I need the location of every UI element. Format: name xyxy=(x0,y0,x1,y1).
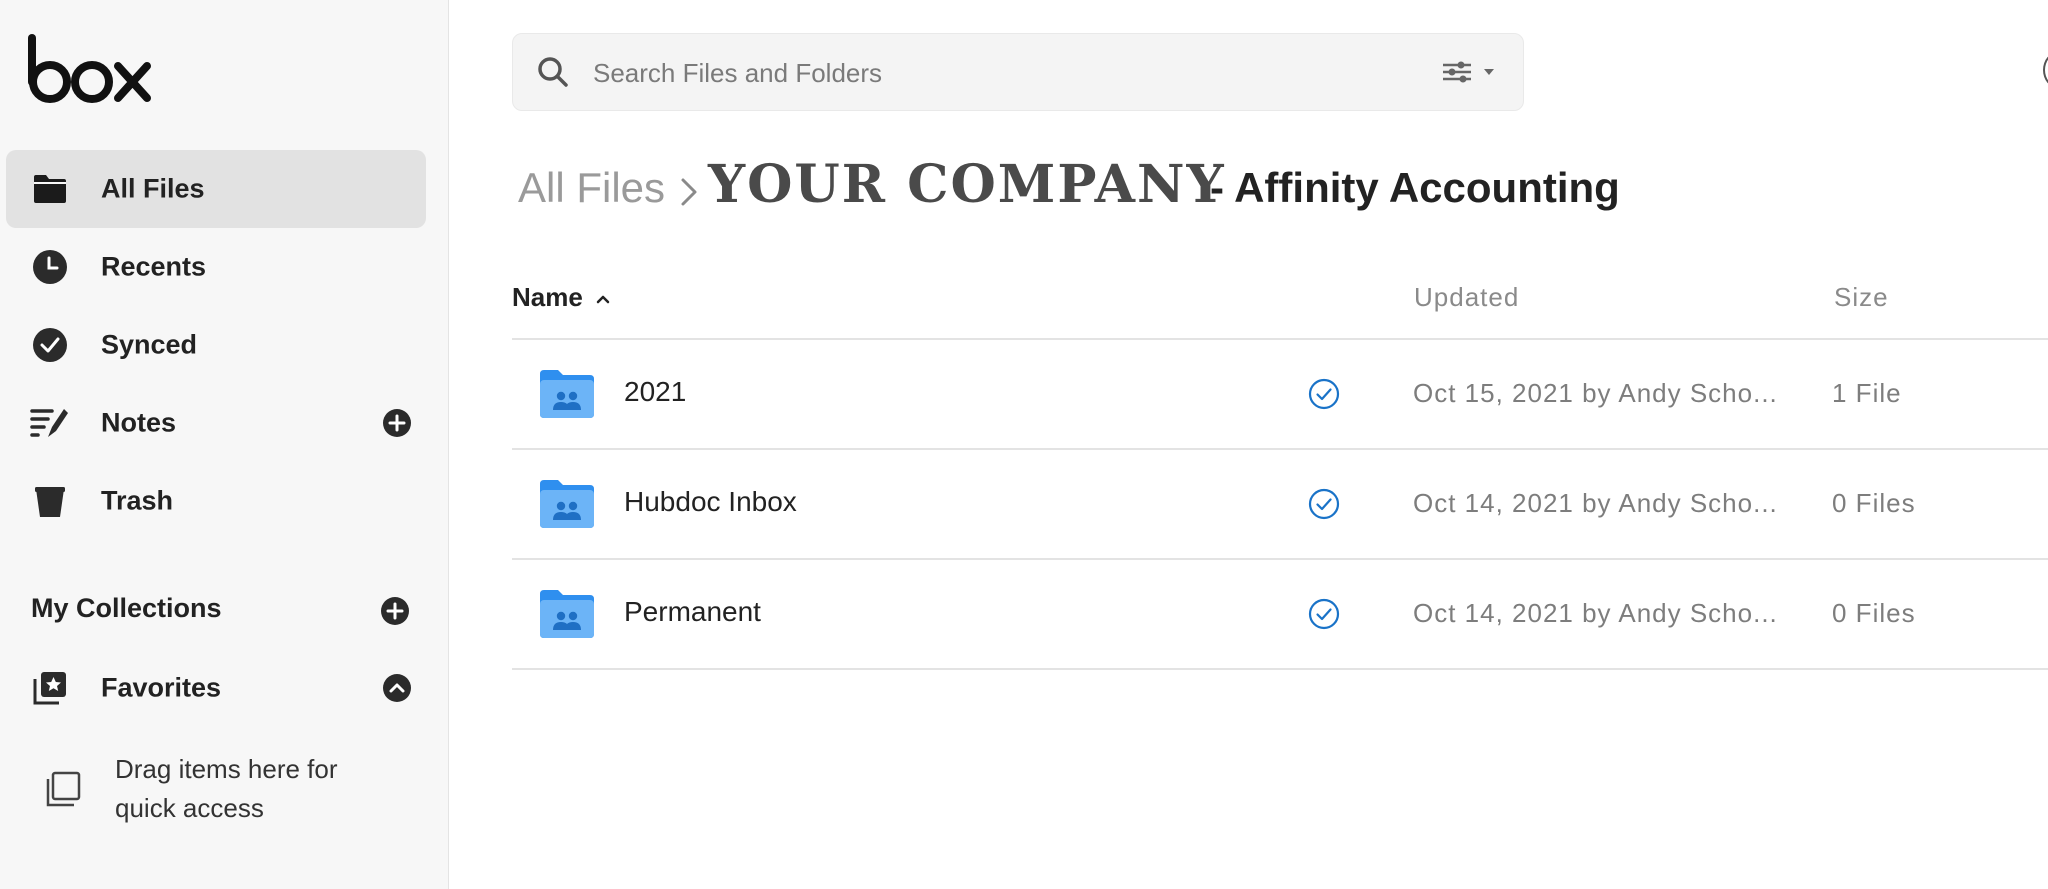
sidebar-item-synced[interactable]: Synced xyxy=(6,306,426,384)
file-name[interactable]: 2021 xyxy=(624,376,686,408)
add-collection-button[interactable] xyxy=(380,596,410,626)
column-header-updated[interactable]: Updated xyxy=(1414,282,1519,313)
page-title: - Affinity Accounting xyxy=(1210,164,1620,211)
check-circle-icon xyxy=(30,325,70,365)
chevron-right-icon xyxy=(681,178,697,206)
updated-info: Oct 14, 2021 by Andy Scho... xyxy=(1413,598,1778,628)
synced-check-icon xyxy=(1308,488,1340,520)
sidebar-item-trash[interactable]: Trash xyxy=(6,462,426,540)
box-logo[interactable]: box xyxy=(28,34,153,104)
shared-folder-icon xyxy=(540,590,594,638)
table-row[interactable]: Hubdoc Inbox Oct 14, 2021 by Andy Scho..… xyxy=(512,450,2048,560)
sidebar-item-label: Notes xyxy=(101,407,177,438)
add-note-button[interactable] xyxy=(382,408,412,438)
sidebar-item-recents[interactable]: Recents xyxy=(6,228,426,306)
synced-check-icon xyxy=(1308,378,1340,410)
drag-hint-text: Drag items here for quick access xyxy=(115,754,338,823)
breadcrumb: All Files YOUR COMPANY - Affinity Accoun… xyxy=(518,150,1718,230)
sidebar-item-label: Trash xyxy=(101,485,174,516)
file-table: Name Updated Size 2021 Oct 15, 2021 by A… xyxy=(512,268,2048,670)
filter-sliders-icon xyxy=(1443,61,1471,83)
search-filter-button[interactable] xyxy=(1441,54,1507,90)
column-name-label: Name xyxy=(512,282,583,312)
table-header: Name Updated Size xyxy=(512,268,2048,340)
sidebar-item-label: All Files xyxy=(101,173,205,204)
notes-icon xyxy=(30,403,70,443)
company-logo: YOUR COMPANY xyxy=(708,154,1226,215)
favorites-icon xyxy=(30,668,70,708)
sidebar-item-label: Recents xyxy=(101,251,207,282)
item-size: 0 Files xyxy=(1832,488,1916,518)
updated-info: Oct 15, 2021 by Andy Scho... xyxy=(1413,378,1778,408)
favorites-drop-zone[interactable]: Drag items here for quick access xyxy=(44,748,414,838)
file-name[interactable]: Hubdoc Inbox xyxy=(624,486,797,518)
collapse-favorites-button[interactable] xyxy=(382,673,412,703)
breadcrumb-all-files[interactable]: All Files xyxy=(518,164,665,212)
clock-icon xyxy=(30,247,70,287)
shared-folder-icon xyxy=(540,370,594,418)
search-input[interactable] xyxy=(591,48,1415,98)
table-row[interactable]: Permanent Oct 14, 2021 by Andy Scho... 0… xyxy=(512,560,2048,670)
search-icon xyxy=(538,57,568,87)
search-bar xyxy=(512,33,1524,111)
my-collections-title: My Collections xyxy=(31,593,222,623)
synced-check-icon xyxy=(1308,598,1340,630)
folder-icon xyxy=(30,169,70,209)
table-row[interactable]: 2021 Oct 15, 2021 by Andy Scho... 1 File xyxy=(512,340,2048,450)
item-size: 0 Files xyxy=(1832,598,1916,628)
sort-ascending-icon xyxy=(596,295,610,304)
column-header-size[interactable]: Size xyxy=(1834,282,1889,313)
shared-folder-icon xyxy=(540,480,594,528)
sidebar: box All Files Recents xyxy=(0,0,449,889)
sidebar-item-favorites[interactable]: Favorites xyxy=(6,649,426,727)
updated-info: Oct 14, 2021 by Andy Scho... xyxy=(1413,488,1778,518)
account-avatar[interactable] xyxy=(2043,52,2048,88)
sidebar-item-label: Synced xyxy=(101,329,198,360)
sidebar-item-all-files[interactable]: All Files xyxy=(6,150,426,228)
column-header-name[interactable]: Name xyxy=(512,282,610,313)
file-name[interactable]: Permanent xyxy=(624,596,761,628)
copy-icon xyxy=(46,771,81,807)
chevron-down-icon xyxy=(1484,69,1494,75)
trash-icon xyxy=(30,481,70,521)
sidebar-item-notes[interactable]: Notes xyxy=(6,384,426,462)
item-size: 1 File xyxy=(1832,378,1902,408)
sidebar-item-label: Favorites xyxy=(101,672,222,703)
